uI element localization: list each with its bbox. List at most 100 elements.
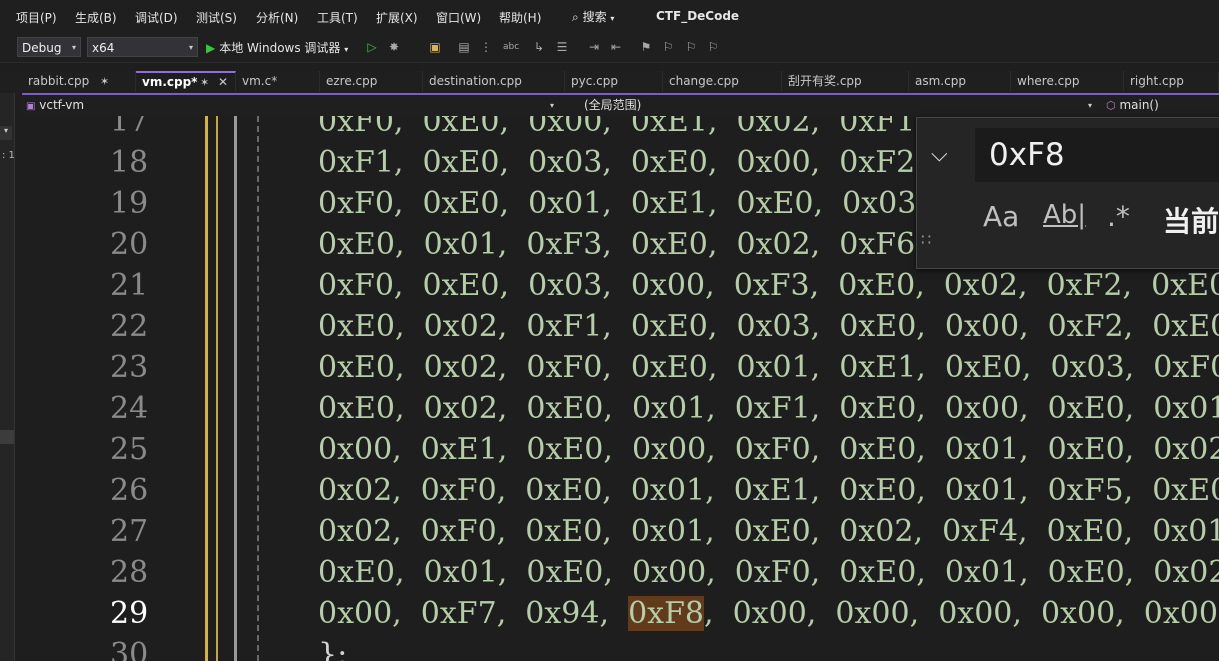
glyph-margin[interactable] [22,116,67,661]
next-bookmark-icon[interactable]: ⚐ [683,40,699,54]
solution-title: CTF_DeCode [656,9,740,23]
tab-rabbit-cpp[interactable]: rabbit.cpp ✶ [22,71,136,92]
project-selector[interactable]: ▣ vctf-vm [26,97,560,114]
menu-project[interactable]: 项目(P) [16,9,57,26]
platform-select[interactable]: x64 ▾ [87,37,198,57]
search-icon: ⌕ [572,10,579,24]
tab-vm-cpp[interactable]: vm.cpp* ✶ ✕ [136,71,236,92]
tab-label: rabbit.cpp [28,74,90,88]
clear-bookmarks-icon[interactable]: ⚐ [705,40,721,54]
outline-icon[interactable]: ☰ [554,40,570,54]
function-icon: ⬡ [1106,99,1116,112]
menu-test[interactable]: 测试(S) [196,9,237,26]
tab-label: change.cpp [669,74,739,88]
pin-icon[interactable]: ✶ [200,73,209,92]
tab-label: ezre.cpp [326,74,378,88]
chevron-down-icon: ▾ [1088,101,1093,110]
tab-label: where.cpp [1017,74,1080,88]
step-icon[interactable]: ↳ [531,40,547,54]
menu-analyze[interactable]: 分析(N) [256,9,298,26]
line-number: 18 [110,145,149,180]
line-number: 22 [110,309,149,344]
prev-bookmark-icon[interactable]: ⚐ [660,40,676,54]
change-marker-bar [216,116,218,661]
match-case-toggle[interactable]: Aa [983,200,1019,233]
line-number: 30 [110,637,149,661]
start-without-debugging-icon[interactable]: ▷ [364,40,380,54]
chevron-down-icon: ▾ [71,43,76,52]
line-number: 24 [110,391,149,426]
document-tab-bar: rabbit.cpp ✶ vm.cpp* ✶ ✕ vm.c* ezre.cpp … [0,71,1219,93]
line-number-current: 29 [110,596,149,631]
hot-reload-icon[interactable]: ✸ [386,40,402,54]
folder-icon[interactable]: ▣ [427,40,443,54]
tab-label: vm.c* [242,74,278,88]
tab-ezre-cpp[interactable]: ezre.cpp [320,71,423,92]
chevron-down-icon: ▾ [610,14,615,23]
outdent-icon[interactable]: ⇤ [608,40,624,54]
code-line: 0xE0, 0x01, 0xE0, 0x00, 0xF0, 0xE0, 0x01… [318,555,1219,590]
line-number: 21 [110,268,149,303]
layout-icon[interactable]: ⋮ [478,40,494,54]
tab-pyc-cpp[interactable]: pyc.cpp [565,71,663,92]
line-number: 28 [110,555,149,590]
side-panel-text: : 1 [2,150,15,161]
find-input[interactable] [975,128,1219,182]
side-panel-scroll-thumb[interactable] [0,430,14,444]
scope-name: (全局范围) [584,98,642,112]
tab-vm-c[interactable]: vm.c* [236,71,320,92]
configuration-value: Debug [22,41,62,55]
line-number: 25 [110,432,149,467]
chevron-down-icon[interactable]: ▾ [0,126,12,140]
line-number: 19 [110,186,149,221]
code-line: 0xF0, 0xE0, 0x03, 0x00, 0xF3, 0xE0, 0x02… [318,268,1219,303]
code-line-current: 0x00, 0xF7, 0x94, 0xF8, 0x00, 0x00, 0x00… [318,596,1219,631]
tab-asm-cpp[interactable]: asm.cpp [909,71,1011,92]
debugger-label: 本地 Windows 调试器 [219,41,341,55]
chevron-down-icon[interactable]: ⌵ [931,142,948,167]
indent-icon[interactable]: ⇥ [586,40,602,54]
menu-extensions[interactable]: 扩展(X) [376,9,418,26]
tab-label: 刮开有奖.cpp [788,74,862,88]
regex-toggle[interactable]: .* [1107,200,1130,233]
tab-where-cpp[interactable]: where.cpp [1011,71,1124,92]
whole-word-toggle[interactable]: Ab| [1043,200,1086,230]
tab-label: destination.cpp [429,74,522,88]
tab-label: right.cpp [1130,74,1184,88]
menu-tools[interactable]: 工具(T) [317,9,358,26]
code-line: 0xE0, 0x02, 0xF0, 0xE0, 0x01, 0xE1, 0xE0… [318,350,1219,385]
indent-guide [257,116,259,661]
code-line: 0xF1, 0xE0, 0x03, 0xE0, 0x00, 0xF2, [318,145,925,180]
spell-check-icon[interactable]: abc [503,40,519,54]
line-number: 27 [110,514,149,549]
chevron-down-icon: ▾ [188,43,193,52]
close-icon[interactable]: ✕ [218,73,228,92]
line-number: 20 [110,227,149,262]
line-number: 23 [110,350,149,385]
menu-window[interactable]: 窗口(W) [436,9,481,26]
line-number: 17 [110,116,149,139]
scope-selector[interactable]: (全局范围) [584,97,1084,114]
line-number: 26 [110,473,149,508]
platform-value: x64 [92,41,115,55]
bookmark-icon[interactable]: ⚑ [638,40,654,54]
navigation-bar: ▣ vctf-vm ▾ (全局范围) ▾ ⬡ main() [22,95,1219,116]
browser-icon[interactable]: ▤ [456,40,472,54]
tab-scratch-cpp[interactable]: 刮开有奖.cpp [782,71,909,92]
search-menu[interactable]: ⌕ 搜索 ▾ [572,8,614,25]
menu-build[interactable]: 生成(B) [75,9,117,26]
pin-icon[interactable]: ✶ [100,71,109,92]
start-debugging-button[interactable]: ▶ 本地 Windows 调试器 ▾ [206,39,348,56]
find-widget: ⌵ Aa Ab| .* 当前 ∷ [916,117,1219,269]
configuration-select[interactable]: Debug ▾ [17,37,81,57]
code-line: 0x02, 0xF0, 0xE0, 0x01, 0xE0, 0x02, 0xF4… [318,514,1219,549]
search-scope-label[interactable]: 当前 [1163,200,1219,240]
tab-right-cpp[interactable]: right.cpp [1124,71,1219,92]
member-selector[interactable]: ⬡ main() [1106,97,1219,114]
menu-debug[interactable]: 调试(D) [135,9,178,26]
menu-help[interactable]: 帮助(H) [499,9,541,26]
code-text: , 0x00, 0x00, 0x00, 0x00, 0x00, [704,596,1219,631]
tab-change-cpp[interactable]: change.cpp [663,71,782,92]
resize-grip-icon[interactable]: ∷ [921,230,931,249]
tab-destination-cpp[interactable]: destination.cpp [423,71,565,92]
